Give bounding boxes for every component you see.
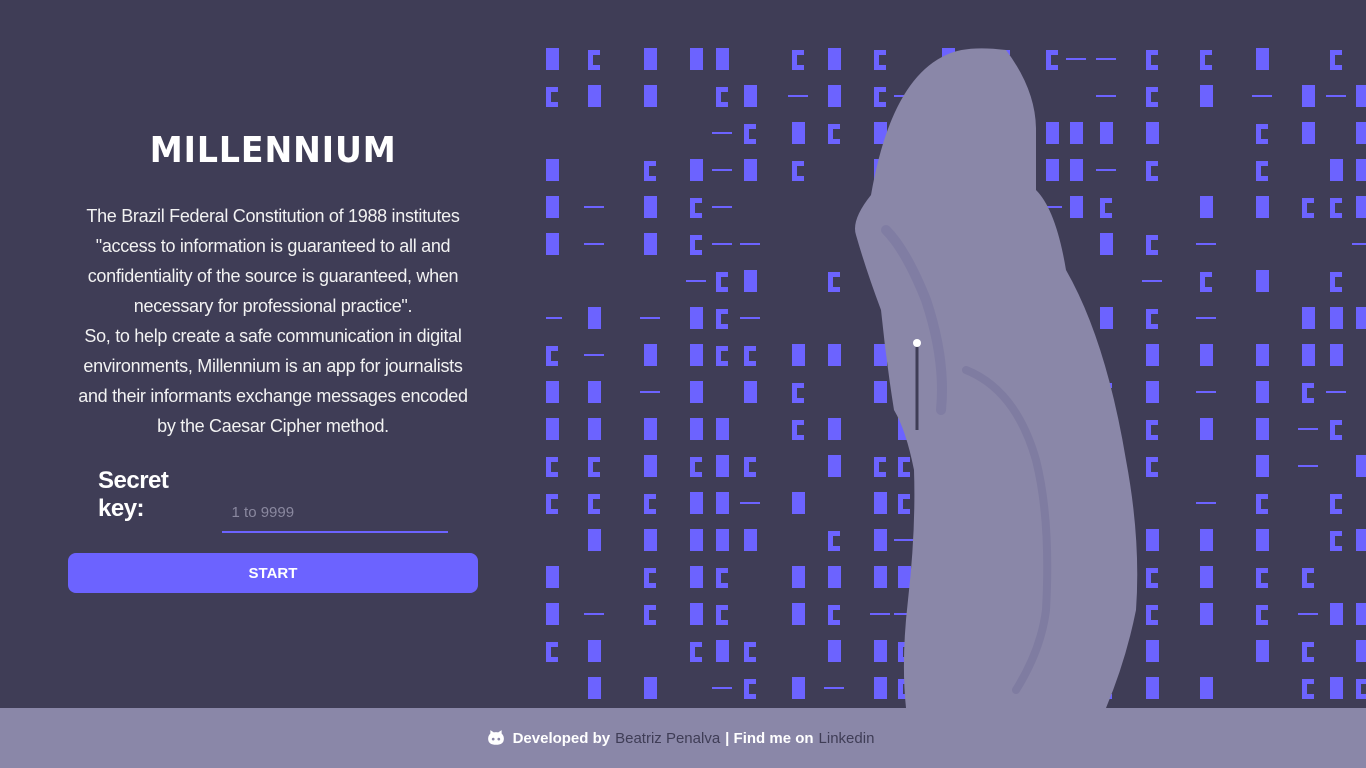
description-paragraph-1: The Brazil Federal Constitution of 1988 … (86, 206, 460, 316)
footer-find-me: | Find me on (725, 729, 814, 747)
intro-panel: MILLENNIUM The Brazil Federal Constituti… (58, 130, 488, 593)
description-paragraph-2: So, to help create a safe communication … (78, 326, 468, 436)
hooded-figure (855, 48, 1138, 708)
secret-key-input[interactable] (221, 493, 448, 533)
author-link[interactable]: Beatriz Penalva (615, 730, 720, 747)
linkedin-link[interactable]: Linkedin (819, 730, 875, 747)
footer: Developed by Beatriz Penalva | Find me o… (0, 708, 1366, 768)
secret-key-label: Secret key: (98, 467, 169, 522)
app-description: The Brazil Federal Constitution of 1988 … (68, 201, 478, 441)
hacker-illustration (546, 40, 1366, 708)
start-button[interactable]: START (68, 553, 478, 593)
app-title: MILLENNIUM (149, 130, 397, 171)
footer-developed-by: Developed by (512, 729, 611, 747)
secret-key-row: Secret key: (98, 467, 448, 533)
github-icon (487, 730, 504, 745)
